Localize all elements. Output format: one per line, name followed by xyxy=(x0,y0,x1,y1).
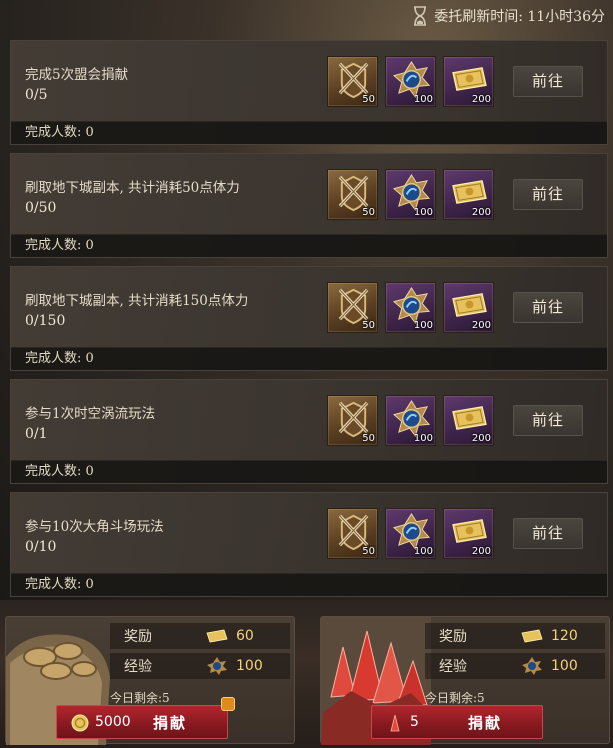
gold-ticket-icon xyxy=(521,629,543,643)
experience-value: 100 xyxy=(236,658,263,674)
go-button[interactable]: 前往 xyxy=(513,518,583,549)
go-button[interactable]: 前往 xyxy=(513,179,583,210)
reward-count: 50 xyxy=(362,546,375,557)
reward-count: 50 xyxy=(362,433,375,444)
donate-cost: 5 xyxy=(410,714,419,730)
donate-crystal-button[interactable]: 5 捐献 xyxy=(371,705,543,739)
reward-count: 200 xyxy=(471,433,491,444)
red-crystal-icon xyxy=(390,714,400,732)
reward-item[interactable]: 100 xyxy=(385,508,436,559)
reward-item[interactable]: 50 xyxy=(327,395,378,446)
refresh-time-label: 委托刷新时间: 11小时36分 xyxy=(434,9,605,25)
reward-count: 50 xyxy=(362,207,375,218)
reward-value: 120 xyxy=(551,628,578,644)
task-progress: 0/50 xyxy=(25,200,57,216)
reward-item[interactable]: 100 xyxy=(385,282,436,333)
reward-list: 50 100 200 xyxy=(327,169,494,220)
donate-gold-button[interactable]: 5000 捐献 xyxy=(56,705,228,739)
task-progress: 0/150 xyxy=(25,313,66,329)
task-title: 完成5次盟会捐献 xyxy=(25,67,129,83)
donate-cost: 5000 xyxy=(95,714,131,730)
experience-emblem-icon xyxy=(207,657,227,675)
refresh-timer: 委托刷新时间: 11小时36分 xyxy=(412,4,605,28)
task-item: 刷取地下城副本, 共计消耗150点体力 0/150 50 100 200 前往 … xyxy=(10,266,608,371)
task-list: 完成5次盟会捐献 0/5 50 100 200 前往 完成人数: 0 刷取地下城… xyxy=(10,40,608,605)
notification-badge xyxy=(221,697,235,711)
experience-value: 100 xyxy=(551,658,578,674)
reward-item[interactable]: 100 xyxy=(385,56,436,107)
reward-count: 100 xyxy=(413,546,433,557)
hourglass-icon xyxy=(414,6,427,26)
reward-item[interactable]: 200 xyxy=(443,56,494,107)
task-progress: 0/1 xyxy=(25,426,48,442)
remaining-count: 今日剩余:5 xyxy=(110,691,170,705)
reward-item[interactable]: 100 xyxy=(385,169,436,220)
crystal-donation-card: 奖励 120 经验 100 今日剩余:5 5 捐献 xyxy=(320,616,610,745)
completed-count: 完成人数: 0 xyxy=(11,573,607,596)
reward-count: 100 xyxy=(413,320,433,331)
reward-item[interactable]: 50 xyxy=(327,56,378,107)
go-button[interactable]: 前往 xyxy=(513,292,583,323)
reward-count: 50 xyxy=(362,94,375,105)
gold-donation-card: 奖励 60 经验 100 今日剩余:5 5000 捐献 xyxy=(5,616,295,745)
reward-count: 100 xyxy=(413,433,433,444)
experience-row: 经验 100 xyxy=(425,653,605,679)
reward-count: 100 xyxy=(413,94,433,105)
task-title: 刷取地下城副本, 共计消耗150点体力 xyxy=(25,293,249,309)
reward-item[interactable]: 200 xyxy=(443,508,494,559)
completed-count: 完成人数: 0 xyxy=(11,121,607,144)
reward-count: 200 xyxy=(471,546,491,557)
donate-label: 捐献 xyxy=(153,714,188,732)
gold-coin-icon xyxy=(71,714,89,732)
reward-row: 奖励 120 xyxy=(425,623,605,649)
reward-row: 奖励 60 xyxy=(110,623,290,649)
task-title: 参与10次大角斗场玩法 xyxy=(25,519,164,535)
reward-list: 50 100 200 xyxy=(327,508,494,559)
reward-count: 200 xyxy=(471,320,491,331)
task-progress: 0/10 xyxy=(25,539,57,555)
task-title: 刷取地下城副本, 共计消耗50点体力 xyxy=(25,180,240,196)
reward-item[interactable]: 100 xyxy=(385,395,436,446)
reward-item[interactable]: 50 xyxy=(327,508,378,559)
experience-label: 经验 xyxy=(124,659,152,675)
completed-count: 完成人数: 0 xyxy=(11,460,607,483)
go-button[interactable]: 前往 xyxy=(513,66,583,97)
donate-label: 捐献 xyxy=(468,714,503,732)
reward-item[interactable]: 200 xyxy=(443,395,494,446)
reward-item[interactable]: 50 xyxy=(327,282,378,333)
go-button[interactable]: 前往 xyxy=(513,405,583,436)
reward-count: 200 xyxy=(471,94,491,105)
reward-count: 200 xyxy=(471,207,491,218)
completed-count: 完成人数: 0 xyxy=(11,347,607,370)
experience-row: 经验 100 xyxy=(110,653,290,679)
reward-item[interactable]: 200 xyxy=(443,282,494,333)
reward-label: 奖励 xyxy=(124,629,152,645)
task-title: 参与1次时空涡流玩法 xyxy=(25,406,156,422)
task-item: 参与1次时空涡流玩法 0/1 50 100 200 前往 完成人数: 0 xyxy=(10,379,608,484)
task-item: 完成5次盟会捐献 0/5 50 100 200 前往 完成人数: 0 xyxy=(10,40,608,145)
reward-item[interactable]: 50 xyxy=(327,169,378,220)
reward-value: 60 xyxy=(236,628,254,644)
task-progress: 0/5 xyxy=(25,87,48,103)
reward-count: 100 xyxy=(413,207,433,218)
experience-emblem-icon xyxy=(522,657,542,675)
reward-item[interactable]: 200 xyxy=(443,169,494,220)
experience-label: 经验 xyxy=(439,659,467,675)
reward-list: 50 100 200 xyxy=(327,282,494,333)
reward-count: 50 xyxy=(362,320,375,331)
completed-count: 完成人数: 0 xyxy=(11,234,607,257)
reward-list: 50 100 200 xyxy=(327,395,494,446)
task-item: 参与10次大角斗场玩法 0/10 50 100 200 前往 完成人数: 0 xyxy=(10,492,608,597)
reward-label: 奖励 xyxy=(439,629,467,645)
donation-area: 奖励 60 经验 100 今日剩余:5 5000 捐献 奖励 120 经验 10… xyxy=(0,600,613,748)
task-item: 刷取地下城副本, 共计消耗50点体力 0/50 50 100 200 前往 完成… xyxy=(10,153,608,258)
reward-list: 50 100 200 xyxy=(327,56,494,107)
gold-ticket-icon xyxy=(206,629,228,643)
remaining-count: 今日剩余:5 xyxy=(425,691,485,705)
